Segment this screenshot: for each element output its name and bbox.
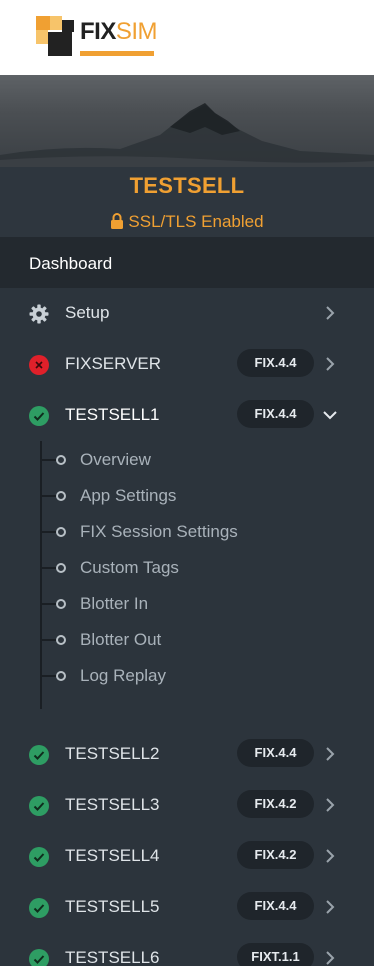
header-background-image bbox=[0, 75, 374, 167]
submenu-item-blotter-in[interactable]: Blotter In bbox=[40, 586, 360, 622]
fix-version-badge: FIX.4.4 bbox=[237, 349, 314, 377]
session-item-testsell1[interactable]: TESTSELL1 FIX.4.4 bbox=[0, 390, 374, 441]
submenu-label: FIX Session Settings bbox=[80, 522, 238, 541]
gear-icon bbox=[29, 304, 49, 324]
bullet-icon bbox=[56, 563, 66, 573]
fixsim-logo[interactable]: FIXSIM bbox=[36, 16, 162, 60]
session-item-testsell3[interactable]: TESTSELL3 FIX.4.2 bbox=[0, 780, 374, 831]
session-name: TESTSELL2 bbox=[65, 744, 160, 763]
chevron-right-icon bbox=[326, 798, 335, 812]
submenu-label: Custom Tags bbox=[80, 558, 179, 577]
account-header: TESTSELL SSL/TLS Enabled bbox=[0, 167, 374, 237]
session-name: FIXSERVER bbox=[65, 354, 162, 373]
account-name: TESTSELL bbox=[129, 173, 245, 198]
submenu-item-overview[interactable]: Overview bbox=[40, 442, 360, 478]
session-name: TESTSELL4 bbox=[65, 846, 160, 865]
nav-dashboard[interactable]: Dashboard bbox=[0, 237, 374, 288]
session-item-testsell2[interactable]: TESTSELL2 FIX.4.4 bbox=[0, 729, 374, 780]
bullet-icon bbox=[56, 527, 66, 537]
bullet-icon bbox=[56, 455, 66, 465]
header-logo-bar: FIXSIM bbox=[0, 0, 374, 75]
session-name: TESTSELL5 bbox=[65, 897, 160, 916]
nav-setup[interactable]: Setup bbox=[0, 288, 374, 339]
fix-version-badge: FIXT.1.1 bbox=[237, 943, 314, 966]
error-status-icon bbox=[29, 355, 49, 375]
session-item-fixserver[interactable]: FIXSERVER FIX.4.4 bbox=[0, 339, 374, 390]
check-status-icon bbox=[29, 898, 49, 918]
bullet-icon bbox=[56, 635, 66, 645]
submenu-label: App Settings bbox=[80, 486, 177, 505]
check-status-icon bbox=[29, 949, 49, 966]
nav-setup-label: Setup bbox=[65, 303, 110, 322]
lock-icon bbox=[111, 213, 124, 229]
chevron-right-icon bbox=[326, 357, 335, 371]
session-name: TESTSELL6 bbox=[65, 948, 160, 966]
ssl-label: SSL/TLS Enabled bbox=[128, 212, 264, 231]
submenu-item-fix-session-settings[interactable]: FIX Session Settings bbox=[40, 514, 360, 550]
submenu-item-blotter-out[interactable]: Blotter Out bbox=[40, 622, 360, 658]
chevron-down-icon bbox=[323, 411, 337, 420]
check-status-icon bbox=[29, 745, 49, 765]
submenu-label: Blotter In bbox=[80, 594, 149, 613]
bullet-icon bbox=[56, 491, 66, 501]
fix-version-badge: FIX.4.2 bbox=[237, 841, 314, 869]
fix-version-badge: FIX.4.4 bbox=[237, 892, 314, 920]
bullet-icon bbox=[56, 599, 66, 609]
session-item-testsell6[interactable]: TESTSELL6 FIXT.1.1 bbox=[0, 933, 374, 966]
bullet-icon bbox=[56, 671, 66, 681]
session-name: TESTSELL3 bbox=[65, 795, 160, 814]
chevron-right-icon bbox=[326, 900, 335, 914]
check-status-icon bbox=[29, 406, 49, 426]
chevron-right-icon bbox=[326, 951, 335, 965]
session-item-testsell4[interactable]: TESTSELL4 FIX.4.2 bbox=[0, 831, 374, 882]
submenu-label: Overview bbox=[80, 450, 151, 469]
sidebar-menu: Setup FIXSERVER FIX.4.4 TESTSELL1 FIX.4.… bbox=[0, 288, 374, 966]
fix-version-badge: FIX.4.4 bbox=[237, 739, 314, 767]
check-status-icon bbox=[29, 847, 49, 867]
check-status-icon bbox=[29, 796, 49, 816]
ssl-status: SSL/TLS Enabled bbox=[0, 212, 374, 232]
fix-version-badge: FIX.4.4 bbox=[237, 400, 314, 428]
testsell1-submenu: Overview App Settings FIX Session Settin… bbox=[0, 441, 374, 729]
fix-version-badge: FIX.4.2 bbox=[237, 790, 314, 818]
submenu-item-app-settings[interactable]: App Settings bbox=[40, 478, 360, 514]
chevron-right-icon bbox=[326, 306, 335, 320]
submenu-label: Blotter Out bbox=[80, 630, 162, 649]
chevron-right-icon bbox=[326, 849, 335, 863]
chevron-right-icon bbox=[326, 747, 335, 761]
submenu-item-log-replay[interactable]: Log Replay bbox=[40, 658, 360, 694]
session-name: TESTSELL1 bbox=[65, 405, 160, 424]
submenu-item-custom-tags[interactable]: Custom Tags bbox=[40, 550, 360, 586]
submenu-label: Log Replay bbox=[80, 666, 167, 685]
logo-wordmark: FIXSIM bbox=[80, 18, 158, 45]
session-item-testsell5[interactable]: TESTSELL5 FIX.4.4 bbox=[0, 882, 374, 933]
